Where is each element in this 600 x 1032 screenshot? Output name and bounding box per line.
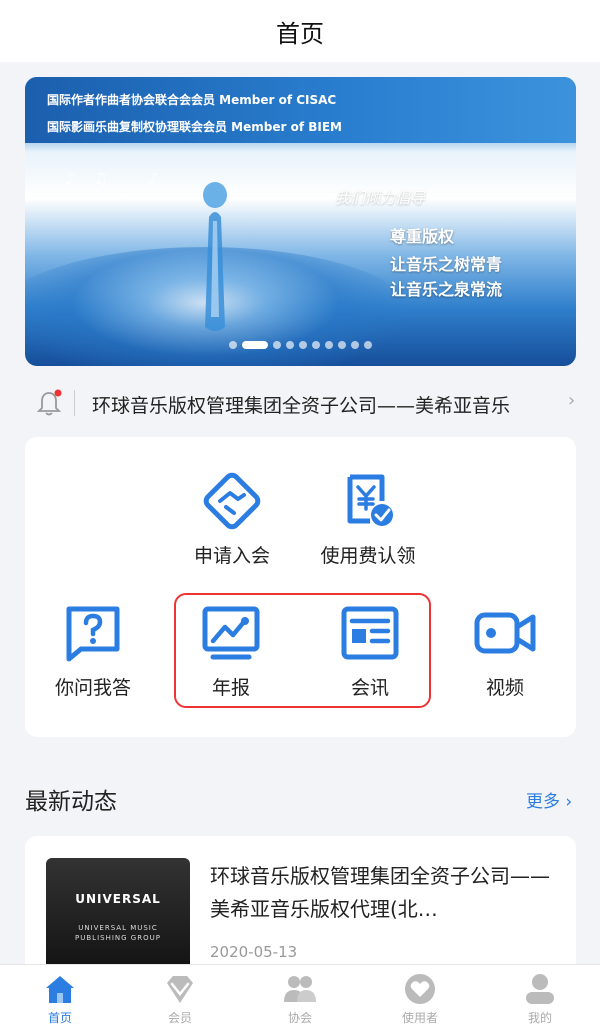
notice-text[interactable]: 环球音乐版权管理集团全资子公司——美希亚音乐 bbox=[92, 391, 510, 418]
announcement-bar[interactable]: 环球音乐版权管理集团全资子公司——美希亚音乐 › bbox=[0, 378, 600, 428]
question-chat-icon bbox=[66, 606, 120, 662]
tab-members[interactable]: 会员 bbox=[120, 965, 240, 1032]
news-thumbnail: UNIVERSAL UNIVERSAL MUSIC PUBLISHING GRO… bbox=[46, 858, 190, 976]
carousel-dot[interactable] bbox=[273, 341, 281, 349]
service-label: 视频 bbox=[485, 677, 524, 699]
carousel-dot[interactable] bbox=[338, 341, 346, 349]
thumbnail-subtitle: UNIVERSAL MUSIC bbox=[78, 924, 158, 932]
heart-badge-icon bbox=[405, 974, 435, 1004]
notice-divider bbox=[74, 390, 75, 416]
service-label: 使用费认领 bbox=[320, 545, 416, 567]
top-bar: 首页 bbox=[0, 0, 600, 62]
carousel-indicator[interactable] bbox=[25, 341, 576, 349]
carousel-dot[interactable] bbox=[299, 341, 307, 349]
carousel-dot[interactable] bbox=[229, 341, 237, 349]
tab-label: 会员 bbox=[167, 1011, 192, 1025]
banner-cisac-text: 国际作者作曲者协会联合会会员 Member of CISAC bbox=[47, 93, 337, 107]
carousel-dot[interactable] bbox=[286, 341, 294, 349]
home-icon bbox=[46, 976, 74, 1003]
news-headline: 环球音乐版权管理集团全资子公司——美希亚音乐版权代理(北… bbox=[210, 864, 550, 921]
yen-bill-icon bbox=[347, 474, 393, 526]
carousel-dot[interactable] bbox=[242, 341, 268, 349]
tab-association[interactable]: 协会 bbox=[240, 965, 360, 1032]
tab-mine[interactable]: 我的 bbox=[480, 965, 600, 1032]
news-item[interactable]: UNIVERSAL UNIVERSAL MUSIC PUBLISHING GRO… bbox=[25, 836, 576, 976]
users-icon bbox=[284, 976, 316, 1002]
tab-label: 我的 bbox=[527, 1011, 552, 1025]
carousel-dot[interactable] bbox=[325, 341, 333, 349]
banner-biem-text: 国际影画乐曲复制权协理联会会员 Member of BIEM bbox=[47, 120, 342, 134]
bottom-tab-bar: 首页 会员 协会 使用者 我的 bbox=[0, 964, 600, 1032]
thumbnail-brand: UNIVERSAL bbox=[75, 892, 161, 906]
page-title: 首页 bbox=[276, 19, 324, 48]
person-icon bbox=[526, 974, 554, 1004]
tab-label: 首页 bbox=[47, 1011, 72, 1025]
banner-slogan-line3: 让音乐之泉常流 bbox=[390, 280, 503, 299]
carousel-dot[interactable] bbox=[312, 341, 320, 349]
tab-label: 协会 bbox=[287, 1011, 312, 1025]
service-faq[interactable]: 你问我答 bbox=[33, 603, 153, 700]
highlight-box bbox=[174, 593, 431, 708]
banner-carousel[interactable]: 国际作者作曲者协会联合会会员 Member of CISAC 国际影画乐曲复制权… bbox=[25, 77, 576, 366]
service-label: 你问我答 bbox=[54, 677, 131, 699]
tab-users[interactable]: 使用者 bbox=[360, 965, 480, 1032]
music-notes-decoration: ♪♫ ♪ bbox=[65, 169, 177, 188]
video-camera-icon bbox=[474, 612, 536, 654]
service-fee-claim[interactable]: 使用费认领 bbox=[308, 471, 428, 568]
banner-slogan-line2: 让音乐之树常青 bbox=[390, 255, 503, 274]
service-apply-membership[interactable]: 申请入会 bbox=[172, 471, 292, 568]
carousel-dot[interactable] bbox=[364, 341, 372, 349]
chevron-right-icon[interactable]: › bbox=[568, 390, 575, 411]
thumbnail-subtitle: PUBLISHING GROUP bbox=[75, 934, 161, 942]
water-drop-illustration bbox=[203, 182, 227, 331]
tab-home[interactable]: 首页 bbox=[0, 965, 120, 1032]
handshake-icon bbox=[203, 472, 261, 530]
more-link[interactable]: 更多 › bbox=[526, 787, 572, 812]
banner-slogan: 我们倾力倡导 bbox=[335, 189, 426, 207]
service-label: 申请入会 bbox=[193, 545, 270, 567]
service-video[interactable]: 视频 bbox=[445, 603, 565, 700]
section-title-latest: 最新动态 bbox=[25, 789, 117, 815]
banner-slogan-line1: 尊重版权 bbox=[390, 227, 455, 246]
gem-icon bbox=[167, 976, 193, 1003]
bell-icon bbox=[36, 389, 62, 416]
carousel-dot[interactable] bbox=[351, 341, 359, 349]
tab-label: 使用者 bbox=[401, 1011, 438, 1025]
news-date: 2020-05-13 bbox=[210, 943, 298, 961]
